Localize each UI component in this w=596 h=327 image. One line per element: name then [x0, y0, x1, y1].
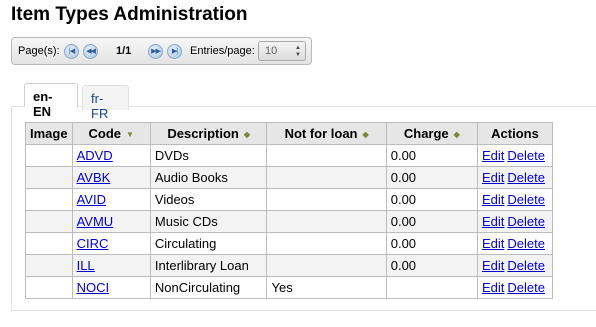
column-header-code[interactable]: Code ▼	[71, 122, 151, 145]
charge-cell: 0.00	[385, 144, 478, 167]
delete-link[interactable]: Delete	[507, 280, 545, 295]
image-cell	[25, 254, 73, 277]
charge-cell: 0.00	[385, 254, 478, 277]
column-header-charge[interactable]: Charge ◆	[385, 122, 478, 145]
pagination-bar: Page(s): |◀ ◀◀ 1/1 ▶▶ ▶| Entries/page: 1…	[11, 37, 312, 65]
code-link[interactable]: AVMU	[77, 214, 114, 229]
sort-desc-icon: ▼	[126, 130, 134, 139]
table-row: ADVD DVDs 0.00 Edit Delete	[25, 144, 554, 167]
entries-value: 10	[265, 45, 278, 57]
item-types-table: Image Code ▼ Description ◆ Not for loan ◆ C…	[25, 122, 554, 299]
charge-cell: 0.00	[385, 210, 478, 233]
code-link[interactable]: AVBK	[77, 170, 111, 185]
page-title: Item Types Administration	[11, 4, 248, 25]
entries-label: Entries/page:	[190, 45, 255, 57]
image-cell	[25, 276, 73, 299]
table-row: CIRC Circulating 0.00 Edit Delete	[25, 232, 554, 255]
code-link[interactable]: NOCI	[77, 280, 110, 295]
table-row: AVMU Music CDs 0.00 Edit Delete	[25, 210, 554, 233]
column-header-actions: Actions	[476, 122, 554, 145]
chevron-down-icon: ▼	[295, 52, 301, 58]
not-for-loan-cell	[266, 144, 387, 167]
table-row: ILL Interlibrary Loan 0.00 Edit Delete	[25, 254, 554, 277]
delete-link[interactable]: Delete	[507, 148, 545, 163]
delete-link[interactable]: Delete	[507, 236, 545, 251]
charge-cell: 0.00	[385, 166, 478, 189]
sort-both-icon: ◆	[453, 130, 460, 139]
previous-page-icon[interactable]: ◀◀	[83, 44, 98, 59]
pages-count: 1/1	[116, 45, 132, 57]
edit-link[interactable]: Edit	[482, 280, 504, 295]
code-link[interactable]: AVID	[77, 192, 106, 207]
image-cell	[25, 166, 73, 189]
edit-link[interactable]: Edit	[482, 192, 504, 207]
not-for-loan-cell: Yes	[266, 276, 387, 299]
charge-cell	[385, 276, 478, 299]
code-link[interactable]: ADVD	[77, 148, 113, 163]
table-row: AVBK Audio Books 0.00 Edit Delete	[25, 166, 554, 189]
edit-link[interactable]: Edit	[482, 236, 504, 251]
description-cell: Circulating	[149, 232, 268, 255]
sort-both-icon: ◆	[243, 130, 251, 139]
column-header-image: Image	[25, 122, 73, 145]
not-for-loan-cell	[266, 188, 387, 211]
code-link[interactable]: ILL	[77, 258, 95, 273]
tab-en-en[interactable]: en-EN	[24, 83, 78, 119]
delete-link[interactable]: Delete	[507, 170, 545, 185]
image-cell	[25, 232, 73, 255]
description-cell: DVDs	[149, 144, 268, 167]
edit-link[interactable]: Edit	[482, 148, 504, 163]
pages-label: Page(s):	[18, 45, 60, 57]
description-cell: Interlibrary Loan	[149, 254, 268, 277]
not-for-loan-cell	[266, 210, 387, 233]
table-body: ADVD DVDs 0.00 Edit Delete AVBK Audio Boo…	[25, 144, 554, 299]
table-row: NOCI NonCirculating Yes Edit Delete	[25, 276, 554, 299]
table-row: AVID Videos 0.00 Edit Delete	[25, 188, 554, 211]
edit-link[interactable]: Edit	[482, 214, 504, 229]
description-cell: Videos	[149, 188, 268, 211]
column-header-description[interactable]: Description ◆	[149, 122, 268, 145]
delete-link[interactable]: Delete	[507, 192, 545, 207]
code-link[interactable]: CIRC	[77, 236, 109, 251]
sort-both-icon: ◆	[362, 130, 369, 139]
delete-link[interactable]: Delete	[507, 258, 545, 273]
image-cell	[25, 144, 73, 167]
charge-cell: 0.00	[385, 188, 478, 211]
last-page-icon[interactable]: ▶|	[167, 44, 182, 59]
next-page-icon[interactable]: ▶▶	[148, 44, 163, 59]
entries-per-page-select[interactable]: 10 ▲ ▼	[258, 41, 306, 61]
description-cell: NonCirculating	[149, 276, 268, 299]
edit-link[interactable]: Edit	[482, 258, 504, 273]
image-cell	[25, 210, 73, 233]
chevron-up-icon: ▲	[295, 45, 301, 51]
not-for-loan-cell	[266, 232, 387, 255]
description-cell: Audio Books	[149, 166, 268, 189]
delete-link[interactable]: Delete	[507, 214, 545, 229]
description-cell: Music CDs	[149, 210, 268, 233]
edit-link[interactable]: Edit	[482, 170, 504, 185]
first-page-icon[interactable]: |◀	[64, 44, 79, 59]
image-cell	[25, 188, 73, 211]
not-for-loan-cell	[266, 254, 387, 277]
column-header-not-for-loan[interactable]: Not for loan ◆	[266, 122, 387, 145]
not-for-loan-cell	[266, 166, 387, 189]
tab-fr-fr[interactable]: fr-FR	[82, 85, 129, 121]
charge-cell: 0.00	[385, 232, 478, 255]
table-header-row: Image Code ▼ Description ◆ Not for loan ◆ C…	[25, 122, 554, 145]
